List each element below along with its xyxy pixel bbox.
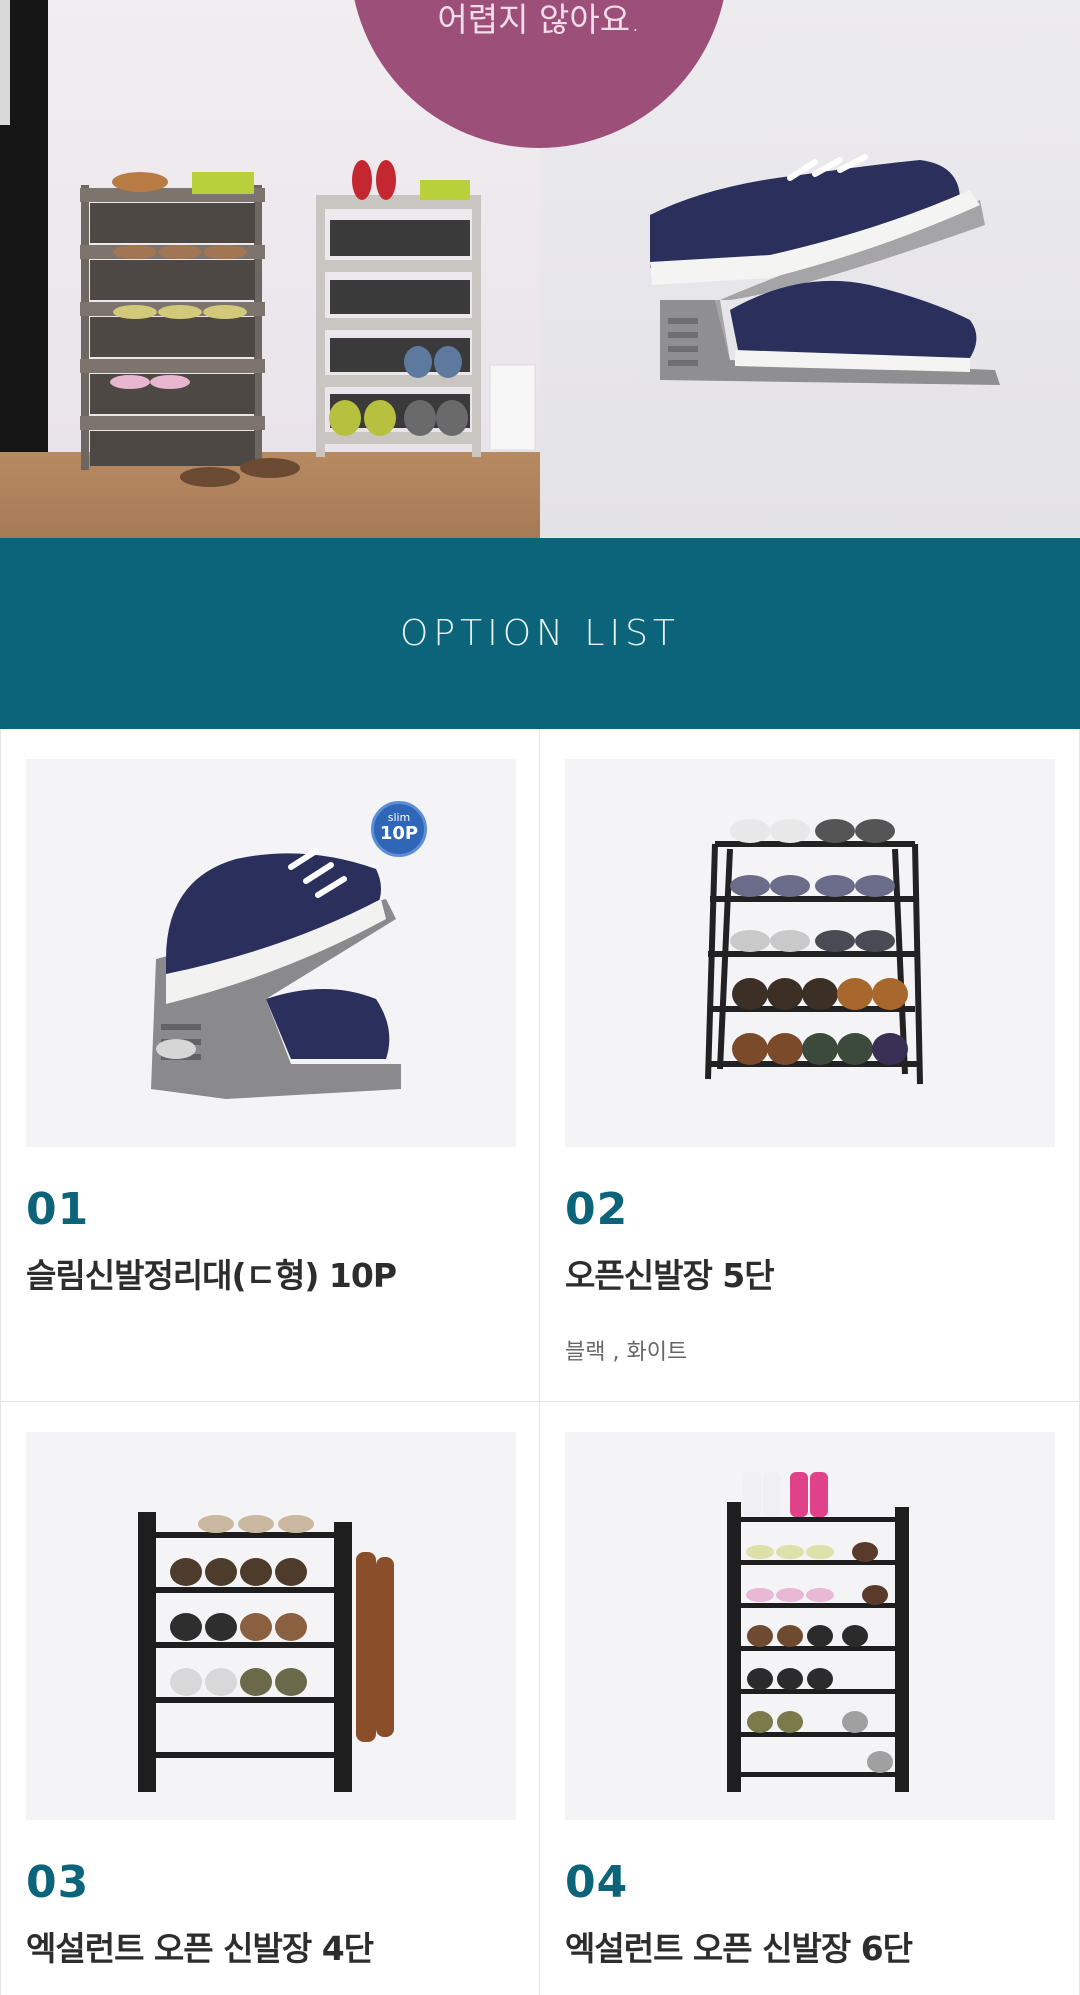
option-number: 04: [565, 1857, 629, 1908]
option-card-01[interactable]: slim 10P 01 슬림신발정리대(ㄷ형) 10P: [0, 729, 540, 1402]
option-name: 엑설런트 오픈 신발장 6단: [565, 1929, 913, 1968]
slim-10p-badge: slim 10P: [371, 801, 427, 857]
option-name: 슬림신발정리대(ㄷ형) 10P: [26, 1256, 397, 1295]
section-title: OPTION LIST: [400, 613, 680, 654]
product-image-excellent-rack-6: [565, 1432, 1055, 1820]
option-number: 03: [26, 1857, 90, 1908]
option-number: 01: [26, 1184, 90, 1235]
option-list-header: OPTION LIST: [0, 538, 1080, 729]
option-card-02[interactable]: 02 오픈신발장 5단 블랙 , 화이트: [540, 729, 1080, 1402]
option-name: 오픈신발장 5단: [565, 1256, 775, 1295]
option-card-03[interactable]: 03 엑설런트 오픈 신발장 4단: [0, 1402, 540, 1995]
hero-banner: 어렵지 않아요.: [0, 0, 1080, 538]
option-name: 엑설런트 오픈 신발장 4단: [26, 1929, 374, 1968]
option-card-04[interactable]: 04 엑설런트 오픈 신발장 6단: [540, 1402, 1080, 1995]
product-image-slim-organizer: slim 10P: [26, 759, 516, 1147]
product-image-open-shoe-rack-5: [565, 759, 1055, 1147]
option-number: 02: [565, 1184, 629, 1235]
option-colors: 블랙 , 화이트: [565, 1340, 688, 1365]
product-image-excellent-rack-4: [26, 1432, 516, 1820]
hero-caption: 어렵지 않아요.: [437, 0, 641, 39]
option-grid: slim 10P 01 슬림신발정리대(ㄷ형) 10P 02 오픈신발장 5단 …: [0, 729, 1080, 1995]
